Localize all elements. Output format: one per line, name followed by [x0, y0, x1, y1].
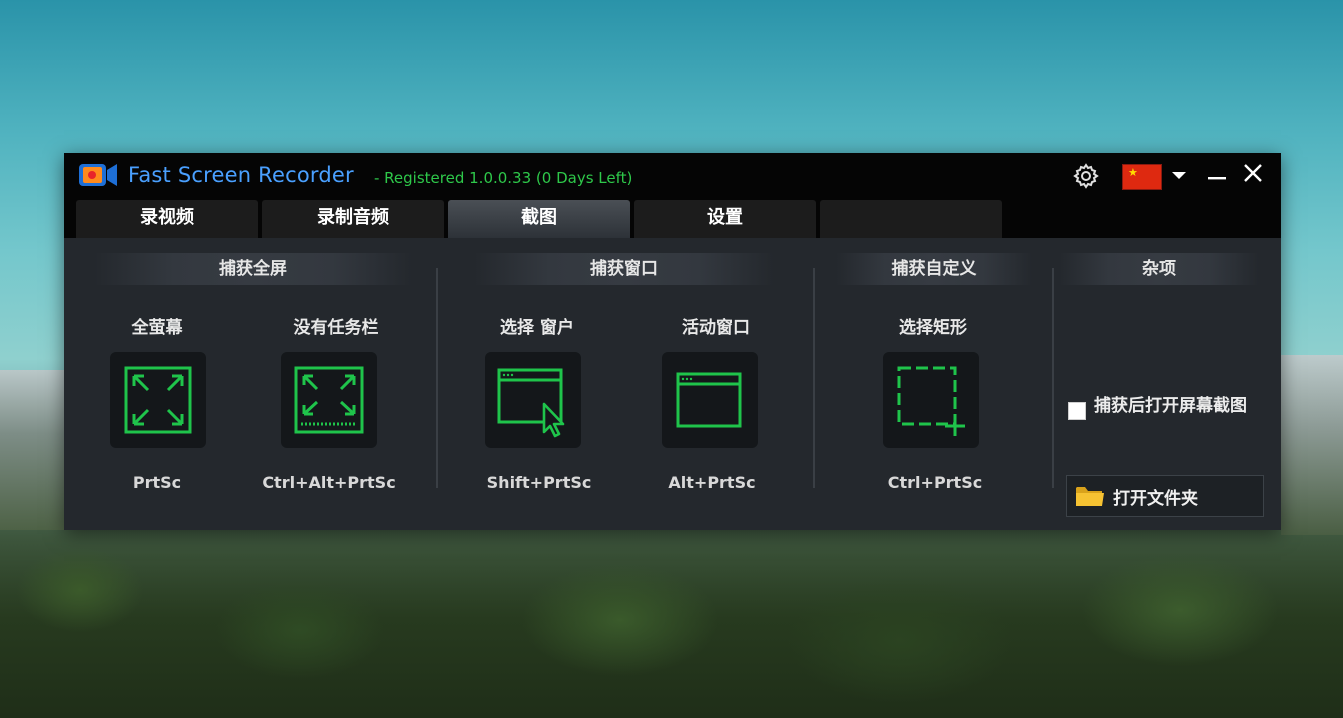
registration-status: - Registered 1.0.0.33 (0 Days Left): [374, 169, 633, 187]
active-window-button[interactable]: [662, 352, 758, 448]
china-flag-icon[interactable]: ★: [1122, 164, 1162, 190]
no-taskbar-label: 没有任务栏: [293, 318, 379, 338]
tab-screenshot[interactable]: 截图: [448, 200, 630, 238]
open-after-capture-label[interactable]: 捕获后打开屏幕截图: [1094, 396, 1254, 417]
tab-settings[interactable]: 设置: [634, 200, 816, 238]
folder-icon: [1076, 487, 1104, 506]
section-divider: [813, 268, 815, 488]
tab-empty: [820, 200, 1002, 238]
select-rectangle-label: 选择矩形: [899, 318, 967, 338]
section-title-misc: 杂项: [1059, 253, 1259, 285]
select-window-icon: [497, 368, 565, 438]
section-divider: [1052, 268, 1054, 488]
select-rectangle-hotkey: Ctrl+PrtSc: [887, 473, 983, 492]
app-title: Fast Screen Recorder: [128, 163, 354, 187]
select-rectangle-button[interactable]: [883, 352, 979, 448]
fullscreen-label: 全萤幕: [131, 318, 183, 338]
open-after-capture-checkbox[interactable]: [1068, 402, 1086, 420]
section-title-window: 捕获窗口: [474, 253, 774, 285]
fullscreen-no-taskbar-icon: [294, 366, 364, 434]
tab-record-video[interactable]: 录视频: [76, 200, 258, 238]
no-taskbar-hotkey: Ctrl+Alt+PrtSc: [262, 473, 396, 492]
open-folder-button[interactable]: 打开文件夹: [1066, 475, 1264, 517]
fullscreen-hotkey: PrtSc: [132, 473, 182, 492]
active-window-label: 活动窗口: [682, 318, 750, 338]
no-taskbar-button[interactable]: [281, 352, 377, 448]
minimize-icon[interactable]: [1206, 161, 1228, 185]
desktop-wallpaper-city-left: [0, 370, 64, 530]
chevron-down-icon[interactable]: [1169, 165, 1189, 185]
select-rectangle-icon: [897, 366, 965, 436]
open-folder-label: 打开文件夹: [1113, 489, 1198, 509]
close-icon[interactable]: [1242, 161, 1264, 185]
screenshot-panel: 捕获全屏 全萤幕 PrtSc 没有任务栏 Ctrl+Alt+PrtSc 捕获窗口…: [64, 238, 1281, 530]
active-window-icon: [676, 372, 742, 428]
desktop-wallpaper-city-right: [1281, 355, 1343, 535]
section-divider: [436, 268, 438, 488]
section-title-fullscreen: 捕获全屏: [94, 253, 412, 285]
title-bar[interactable]: Fast Screen Recorder - Registered 1.0.0.…: [64, 153, 1281, 238]
app-logo-icon: [79, 164, 117, 186]
app-window: Fast Screen Recorder - Registered 1.0.0.…: [64, 153, 1281, 530]
select-window-hotkey: Shift+PrtSc: [486, 473, 592, 492]
fullscreen-icon: [124, 366, 192, 434]
tab-record-audio[interactable]: 录制音频: [262, 200, 444, 238]
fullscreen-button[interactable]: [110, 352, 206, 448]
section-title-custom: 捕获自定义: [836, 253, 1032, 285]
active-window-hotkey: Alt+PrtSc: [668, 473, 756, 492]
select-window-label: 选择 窗户: [500, 318, 574, 338]
gear-icon[interactable]: [1072, 162, 1100, 190]
select-window-button[interactable]: [485, 352, 581, 448]
flag-star-icon: ★: [1128, 166, 1138, 179]
